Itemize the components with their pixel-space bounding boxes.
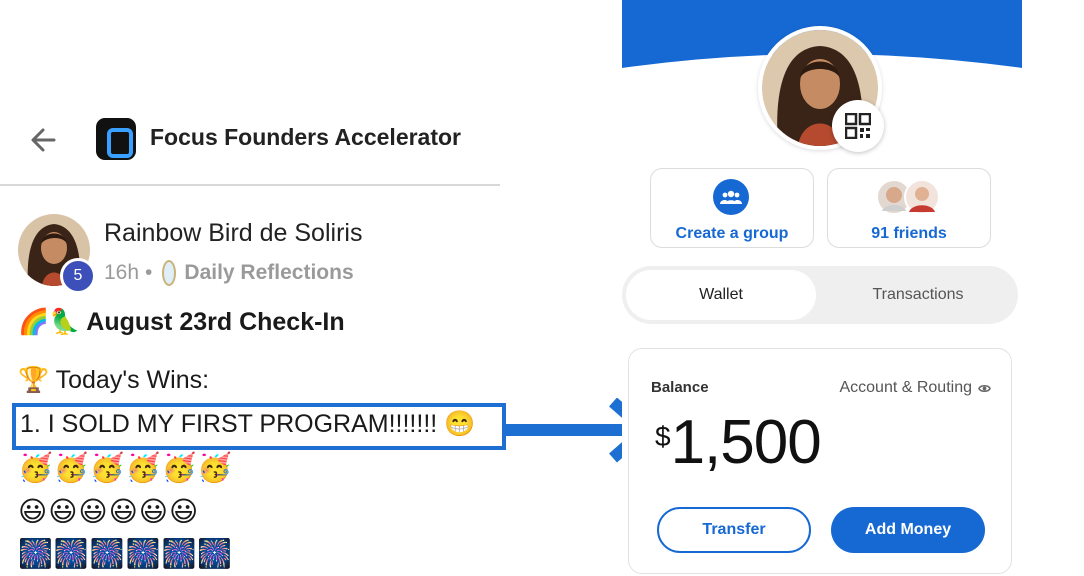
transfer-button[interactable]: Transfer — [657, 507, 811, 553]
post-time: 16h — [104, 261, 140, 284]
create-group-card[interactable]: Create a group — [650, 168, 814, 248]
wins-label: 🏆 Today's Wins: — [18, 366, 210, 394]
meta-separator: • — [145, 261, 153, 284]
balance-card: Balance Account & Routing $1,500 Transfe… — [628, 348, 1012, 574]
group-title: Focus Founders Accelerator — [150, 124, 462, 150]
win-line: 1. I SOLD MY FIRST PROGRAM!!!!!!! 😁 — [20, 410, 476, 438]
group-icon — [713, 179, 749, 215]
author-name[interactable]: Rainbow Bird de Soliris — [104, 219, 362, 248]
qr-code-icon — [845, 113, 871, 139]
emoji-row-fireworks: 🎆🎆🎆🎆🎆🎆 — [18, 537, 234, 570]
tab-transactions[interactable]: Transactions — [822, 270, 1014, 320]
emoji-row-party: 🥳🥳🥳🥳🥳🥳 — [18, 451, 234, 484]
add-money-button[interactable]: Add Money — [831, 507, 985, 553]
balance-label: Balance — [651, 379, 709, 396]
balance-amount: $1,500 — [655, 407, 822, 478]
friends-label: 91 friends — [871, 225, 947, 242]
tab-wallet[interactable]: Wallet — [626, 270, 816, 320]
currency-symbol: $ — [655, 421, 671, 452]
wallet-panel: Create a group 91 friends Wallet Transac… — [622, 0, 1022, 576]
back-arrow-icon[interactable] — [26, 122, 62, 158]
friend-avatars — [876, 179, 944, 215]
community-post-panel: Focus Founders Accelerator 5 Rainbow Bir… — [0, 0, 506, 576]
level-badge: 5 — [60, 258, 96, 294]
balance-value: 1,500 — [670, 408, 822, 477]
account-routing-link[interactable]: Account & Routing — [839, 379, 991, 397]
topic-link[interactable]: Daily Reflections — [184, 261, 353, 285]
account-routing-label: Account & Routing — [839, 379, 972, 396]
create-group-label: Create a group — [675, 225, 789, 242]
mirror-icon — [162, 260, 177, 286]
eye-icon — [978, 384, 991, 392]
friends-card[interactable]: 91 friends — [827, 168, 991, 248]
wallet-tab-bar: Wallet Transactions — [622, 266, 1018, 324]
post-title: 🌈🦜 August 23rd Check-In — [18, 308, 345, 336]
group-logo-icon — [96, 118, 136, 160]
qr-code-button[interactable] — [832, 100, 884, 152]
emoji-row-smiley: 😃😃😃😃😃😃 — [18, 495, 200, 528]
header-divider — [0, 184, 500, 186]
post-meta: 16h • Daily Reflections — [104, 260, 354, 286]
